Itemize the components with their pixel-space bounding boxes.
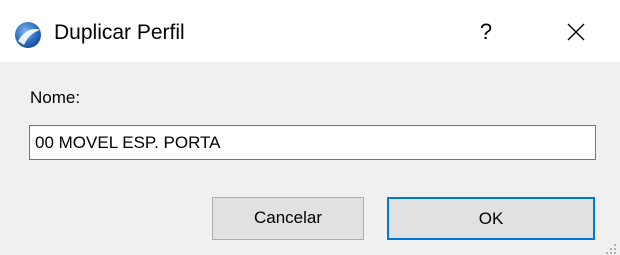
name-label: Nome:: [30, 88, 81, 107]
close-button[interactable]: [552, 12, 600, 52]
title-bar: Duplicar Perfil ?: [0, 0, 620, 62]
help-button[interactable]: ?: [462, 12, 510, 52]
ok-button[interactable]: OK: [387, 197, 595, 240]
name-input[interactable]: [29, 125, 596, 160]
archicad-logo-icon: [14, 21, 42, 49]
resize-grip-icon[interactable]: [606, 241, 616, 254]
duplicate-profile-dialog: Duplicar Perfil ? Nome: Cancelar OK: [0, 0, 620, 255]
close-icon: [567, 23, 585, 41]
window-title: Duplicar Perfil: [54, 21, 185, 44]
cancel-button[interactable]: Cancelar: [212, 197, 364, 240]
